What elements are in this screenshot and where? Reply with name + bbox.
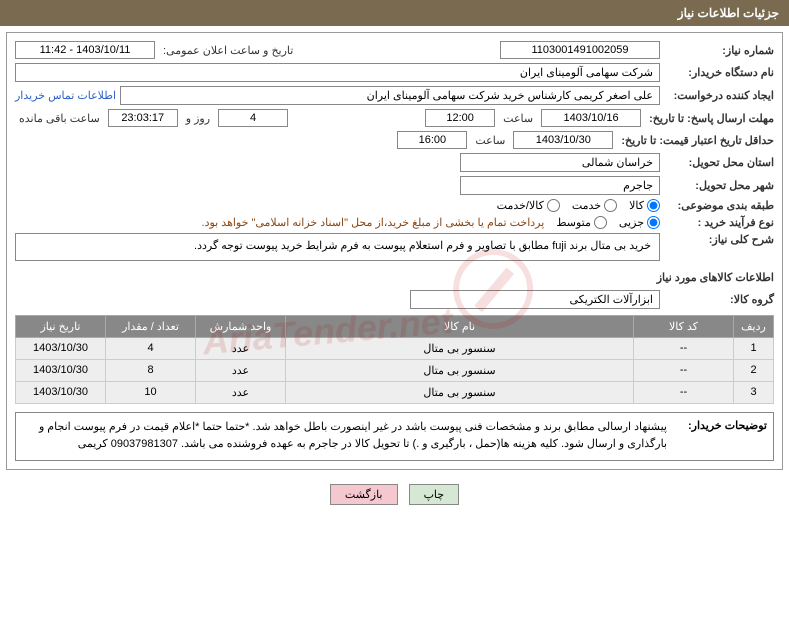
need-no-value: 1103001491002059 — [500, 41, 660, 59]
radio-goods-label: کالا — [629, 199, 644, 212]
buyer-desc-text: پیشنهاد ارسالی مطابق برند و مشخصات فنی پ… — [22, 419, 667, 454]
cell-date: 1403/10/30 — [16, 337, 106, 359]
cell-no: 1 — [734, 337, 774, 359]
group-label: گروه کالا: — [664, 293, 774, 306]
cell-name: سنسور بی متال — [286, 359, 634, 381]
payment-note: پرداخت تمام یا بخشی از مبلغ خرید،از محل … — [202, 216, 545, 229]
radio-service-input[interactable] — [604, 199, 617, 212]
th-qty: تعداد / مقدار — [106, 315, 196, 337]
th-unit: واحد شمارش — [196, 315, 286, 337]
goods-table: ردیف کد کالا نام کالا واحد شمارش تعداد /… — [15, 315, 774, 404]
th-date: تاریخ نیاز — [16, 315, 106, 337]
cell-code: -- — [634, 381, 734, 403]
announce-label: تاریخ و ساعت اعلان عمومی: — [159, 44, 297, 57]
goods-info-title: اطلاعات کالاهای مورد نیاز — [15, 271, 774, 284]
table-row: 2--سنسور بی متالعدد81403/10/30 — [16, 359, 774, 381]
buyer-desc-label: توضیحات خریدار: — [667, 419, 767, 454]
content-panel: شماره نیاز: 1103001491002059 تاریخ و ساع… — [6, 32, 783, 470]
process-label: نوع فرآیند خرید : — [664, 216, 774, 229]
days-left: 4 — [218, 109, 288, 127]
cell-date: 1403/10/30 — [16, 359, 106, 381]
validity-date: 1403/10/30 — [513, 131, 613, 149]
cell-no: 3 — [734, 381, 774, 403]
cell-qty: 8 — [106, 359, 196, 381]
summary-box: خرید بی متال برند fuji مطابق با تصاویر و… — [15, 233, 660, 261]
table-row: 1--سنسور بی متالعدد41403/10/30 — [16, 337, 774, 359]
days-label: روز و — [182, 112, 214, 125]
back-button[interactable]: بازگشت — [330, 484, 398, 505]
summary-label: شرح کلی نیاز: — [664, 233, 774, 246]
requester-label: ایجاد کننده درخواست: — [664, 89, 774, 102]
radio-medium-input[interactable] — [594, 216, 607, 229]
footer-buttons: چاپ بازگشت — [0, 476, 789, 513]
cell-name: سنسور بی متال — [286, 337, 634, 359]
radio-medium[interactable]: متوسط — [556, 216, 607, 229]
radio-both[interactable]: کالا/خدمت — [497, 199, 560, 212]
th-no: ردیف — [734, 315, 774, 337]
radio-medium-label: متوسط — [556, 216, 591, 229]
radio-goods[interactable]: کالا — [629, 199, 660, 212]
process-radio-group: جزیی متوسط — [556, 216, 660, 229]
radio-goods-input[interactable] — [647, 199, 660, 212]
page-header: جزئیات اطلاعات نیاز — [0, 0, 789, 26]
category-label: طبقه بندی موضوعی: — [664, 199, 774, 212]
cell-qty: 10 — [106, 381, 196, 403]
city-value: جاجرم — [460, 176, 660, 195]
reply-time: 12:00 — [425, 109, 495, 127]
time-label-2: ساعت — [471, 134, 509, 147]
reply-date: 1403/10/16 — [541, 109, 641, 127]
cell-unit: عدد — [196, 359, 286, 381]
radio-service-label: خدمت — [572, 199, 601, 212]
cell-unit: عدد — [196, 381, 286, 403]
province-label: استان محل تحویل: — [664, 156, 774, 169]
validity-label: حداقل تاریخ اعتبار قیمت: تا تاریخ: — [617, 134, 774, 147]
buyer-org-label: نام دستگاه خریدار: — [664, 66, 774, 79]
cell-code: -- — [634, 337, 734, 359]
cell-code: -- — [634, 359, 734, 381]
hours-left: 23:03:17 — [108, 109, 178, 127]
province-value: خراسان شمالی — [460, 153, 660, 172]
th-code: کد کالا — [634, 315, 734, 337]
group-value: ابزارآلات الکتریکی — [410, 290, 660, 309]
buyer-notes-box: توضیحات خریدار: پیشنهاد ارسالی مطابق برن… — [15, 412, 774, 461]
category-radio-group: کالا خدمت کالا/خدمت — [497, 199, 660, 212]
radio-both-label: کالا/خدمت — [497, 199, 544, 212]
radio-service[interactable]: خدمت — [572, 199, 617, 212]
need-no-label: شماره نیاز: — [664, 44, 774, 57]
th-name: نام کالا — [286, 315, 634, 337]
radio-both-input[interactable] — [547, 199, 560, 212]
cell-qty: 4 — [106, 337, 196, 359]
cell-no: 2 — [734, 359, 774, 381]
contact-link[interactable]: اطلاعات تماس خریدار — [15, 89, 116, 102]
print-button[interactable]: چاپ — [409, 484, 460, 505]
announce-value: 1403/10/11 - 11:42 — [15, 41, 155, 59]
buyer-org-value: شرکت سهامی آلومینای ایران — [15, 63, 660, 82]
cell-name: سنسور بی متال — [286, 381, 634, 403]
radio-partial[interactable]: جزیی — [619, 216, 660, 229]
time-label-1: ساعت — [499, 112, 537, 125]
reply-deadline-label: مهلت ارسال پاسخ: تا تاریخ: — [645, 112, 774, 125]
radio-partial-label: جزیی — [619, 216, 644, 229]
validity-time: 16:00 — [397, 131, 467, 149]
city-label: شهر محل تحویل: — [664, 179, 774, 192]
remain-label: ساعت باقی مانده — [15, 112, 104, 125]
cell-date: 1403/10/30 — [16, 381, 106, 403]
table-header-row: ردیف کد کالا نام کالا واحد شمارش تعداد /… — [16, 315, 774, 337]
requester-value: علی اصغر کریمی کارشناس خرید شرکت سهامی آ… — [120, 86, 660, 105]
cell-unit: عدد — [196, 337, 286, 359]
radio-partial-input[interactable] — [647, 216, 660, 229]
table-row: 3--سنسور بی متالعدد101403/10/30 — [16, 381, 774, 403]
